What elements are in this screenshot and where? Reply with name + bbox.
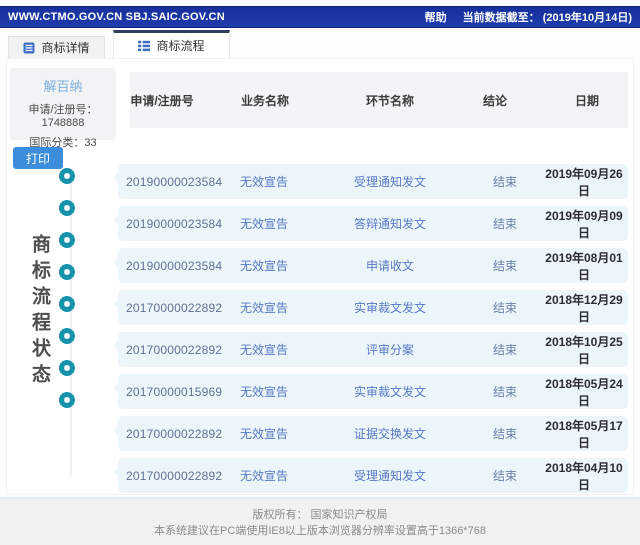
cell-stage: 答辩通知发文 [353,217,426,231]
cell-date: 2019年09月26日 [545,166,623,198]
table-row: 20190000023584 无效宣告 申请收文 结束 2019年08月01日 [118,248,628,283]
cell-business: 无效宣告 [239,175,288,189]
cell-stage: 实审裁文发文 [353,385,426,399]
timeline-node-icon [59,296,75,312]
trademark-regno: 申请/注册号：1748888 [28,104,98,129]
topbar: WWW.CTMO.GOV.CN SBJ.SAIC.GOV.CN 帮助 当前数据截… [0,6,640,28]
cell-regno: 20190000023584 [126,216,223,231]
cell-stage: 评审分案 [365,343,414,357]
cell-business: 无效宣告 [239,427,288,441]
cell-result: 结束 [492,217,517,231]
cell-business: 无效宣告 [239,385,288,399]
cell-stage: 受理通知发文 [353,175,426,189]
cell-business: 无效宣告 [239,259,288,273]
help-link[interactable]: 帮助 [425,9,447,25]
tab-trademark-process[interactable]: 商标流程 [113,30,230,58]
timeline-node-icon [59,360,75,376]
cell-date: 2019年08月01日 [545,250,623,282]
cell-stage: 申请收文 [365,259,414,273]
process-table-header: 申请/注册号 业务名称 环节名称 结论 日期 [130,72,628,128]
cell-business: 无效宣告 [239,343,288,357]
table-row: 20190000023584 无效宣告 受理通知发文 结束 2019年09月26… [118,164,628,199]
table-row: 20170000022892 无效宣告 实审裁文发文 结束 2018年12月29… [118,290,628,325]
tab-process-label: 商标流程 [156,39,205,53]
cell-date: 2018年12月29日 [545,292,623,324]
cell-regno: 20190000023584 [126,258,223,273]
table-row: 20190000023584 无效宣告 答辩通知发文 结束 2019年09月09… [118,206,628,241]
process-rows: 20190000023584 无效宣告 受理通知发文 结束 2019年09月26… [118,164,628,493]
cell-business: 无效宣告 [239,301,288,315]
cell-regno: 20170000022892 [126,300,223,315]
footer-copyright: 版权所有： 国家知识产权局 [252,509,388,521]
tab-details-label: 商标详情 [41,41,90,55]
timeline-node-icon [59,168,75,184]
cell-result: 结束 [492,175,517,189]
cell-date: 2018年05月24日 [545,376,623,408]
header-business: 业务名称 [240,93,289,108]
cell-result: 结束 [492,385,517,399]
table-row: 20170000022892 无效宣告 证据交换发文 结束 2018年05月17… [118,416,628,451]
doc-list-icon [23,42,35,54]
timeline-node-icon [59,200,75,216]
timeline-node-icon [59,232,75,248]
timeline-node-icon [59,264,75,280]
cell-date: 2018年05月17日 [545,418,623,450]
site-url-text: WWW.CTMO.GOV.CN SBJ.SAIC.GOV.CN [8,11,225,23]
tab-trademark-details[interactable]: 商标详情 [8,36,105,58]
timeline-node-icon [59,392,75,408]
timeline-node-icon [59,328,75,344]
cell-result: 结束 [492,427,517,441]
cell-regno: 20170000015969 [126,384,223,399]
cell-stage: 受理通知发文 [353,469,426,483]
page: WWW.CTMO.GOV.CN SBJ.SAIC.GOV.CN 帮助 当前数据截… [0,0,640,545]
cell-regno: 20170000022892 [126,426,223,441]
header-stage: 环节名称 [365,93,414,108]
timeline [59,168,75,408]
side-title: 商标流程状态 [29,234,50,390]
trademark-name: 解百纳 [43,79,83,94]
cell-result: 结束 [492,301,517,315]
cell-regno: 20170000022892 [126,468,223,483]
header-result: 结论 [482,93,507,108]
topbar-right: 帮助 当前数据截至： (2019年10月14日) [425,9,632,25]
cell-date: 2019年09月09日 [545,208,623,240]
footer: 版权所有： 国家知识产权局 本系统建议在PC端使用IE8以上版本浏览器分辨率设置… [0,497,640,545]
cell-stage: 证据交换发文 [353,427,426,441]
cell-result: 结束 [492,343,517,357]
cell-business: 无效宣告 [239,217,288,231]
table-row: 20170000022892 无效宣告 受理通知发文 结束 2018年04月10… [118,458,628,493]
cell-regno: 20190000023584 [126,174,223,189]
list-icon [138,40,151,52]
table-row: 20170000015969 无效宣告 实审裁文发文 结束 2018年05月24… [118,374,628,409]
cell-result: 结束 [492,259,517,273]
cell-stage: 实审裁文发文 [353,301,426,315]
footer-browser-note: 本系统建议在PC端使用IE8以上版本浏览器分辨率设置高于1366*768 [154,525,486,537]
header-regno: 申请/注册号 [130,93,194,108]
cell-date: 2018年10月25日 [545,334,623,366]
table-row: 20170000022892 无效宣告 评审分案 结束 2018年10月25日 [118,332,628,367]
header-date: 日期 [574,93,599,108]
print-button[interactable]: 打印 [13,147,63,169]
cell-regno: 20170000022892 [126,342,223,357]
trademark-info-card: 解百纳 申请/注册号：1748888 国际分类：33 [10,68,116,149]
cell-result: 结束 [492,469,517,483]
data-cutoff-text: 当前数据截至： (2019年10月14日) [462,12,632,24]
cell-business: 无效宣告 [239,469,288,483]
cell-date: 2018年04月10日 [545,460,623,492]
